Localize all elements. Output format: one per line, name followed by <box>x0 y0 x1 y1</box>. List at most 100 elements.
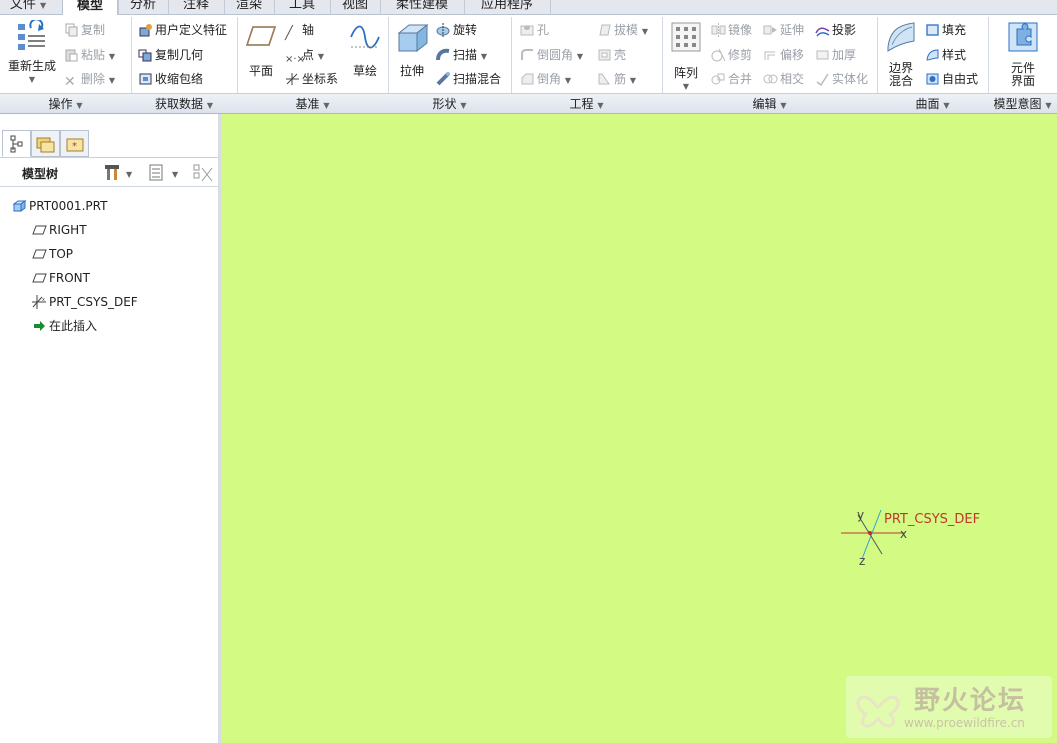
model-tree-tab-icon <box>10 135 23 153</box>
tree-item-insert-here[interactable]: 在此插入 <box>32 318 97 334</box>
paste-icon <box>65 49 78 62</box>
axis-button[interactable]: ╱ 轴 <box>285 22 314 41</box>
csys-button[interactable]: 坐标系 <box>285 71 338 87</box>
mirror-button[interactable]: 镜像 <box>711 22 752 38</box>
delete-label: 删除 <box>81 72 106 86</box>
hole-label: 孔 <box>537 23 550 37</box>
svg-text:x: x <box>42 297 45 303</box>
merge-button[interactable]: 合并 <box>711 71 752 87</box>
fill-icon <box>926 24 939 36</box>
plane-button[interactable]: 平面 <box>243 21 279 78</box>
graphics-window[interactable]: PRT_CSYS_DEF y x z <box>221 114 1057 743</box>
intersect-button[interactable]: 相交 <box>763 71 804 87</box>
group-shapes[interactable]: 形状 ▼ <box>388 94 511 114</box>
tree-item-right[interactable]: RIGHT <box>32 222 87 238</box>
group-operations[interactable]: 操作 ▼ <box>0 94 131 114</box>
swept-blend-button[interactable]: 扫描混合 <box>436 71 501 87</box>
fill-button[interactable]: 填充 <box>925 22 966 38</box>
shrinkwrap-button[interactable]: 收缩包络 <box>138 71 203 87</box>
model-tree-tab[interactable] <box>2 130 31 157</box>
component-interface-button[interactable]: 元件界面 <box>1004 21 1042 88</box>
rib-button[interactable]: 筋 ▼ <box>597 71 636 89</box>
project-button[interactable]: 投影 <box>815 22 856 38</box>
folder-browser-tab[interactable] <box>31 130 60 157</box>
navigator-tabs: * <box>0 130 218 158</box>
rib-label: 筋 <box>614 72 627 86</box>
tree-item-top[interactable]: TOP <box>32 246 73 262</box>
udf-button[interactable]: 用户定义特征 <box>138 22 227 38</box>
chamfer-button[interactable]: 倒角 ▼ <box>520 71 571 89</box>
tab-render[interactable]: 渲染 <box>226 0 272 15</box>
freestyle-button[interactable]: 自由式 <box>925 71 978 87</box>
tree-filter-button[interactable] <box>192 163 214 186</box>
watermark-url: www.proewildfire.cn <box>904 716 1025 730</box>
freestyle-label: 自由式 <box>942 72 979 86</box>
boundary-blend-label: 边界混合 <box>888 61 913 88</box>
hole-button[interactable]: 孔 <box>520 22 549 38</box>
tree-item-front-label: FRONT <box>49 271 90 285</box>
shell-icon <box>598 49 611 61</box>
style-label: 样式 <box>942 48 967 62</box>
thicken-button[interactable]: 加厚 <box>815 47 856 63</box>
trim-button[interactable]: 修剪 <box>711 47 752 63</box>
tab-flexible-modeling[interactable]: 柔性建模 <box>382 0 462 15</box>
offset-label: 偏移 <box>780 48 805 62</box>
group-get-data[interactable]: 获取数据 ▼ <box>131 94 237 114</box>
copy-button[interactable]: 复制 <box>64 22 105 38</box>
extrude-button[interactable]: 拉伸 <box>394 21 430 78</box>
tab-annotate[interactable]: 注释 <box>170 0 222 15</box>
round-label: 倒圆角 <box>537 48 574 62</box>
group-datum[interactable]: 基准 ▼ <box>237 94 388 114</box>
x-axis-label: x <box>900 527 908 541</box>
group-engineering[interactable]: 工程 ▼ <box>511 94 662 114</box>
copy-icon <box>65 23 78 37</box>
group-model-intent[interactable]: 模型意图 ▼ <box>988 94 1057 114</box>
thicken-label: 加厚 <box>832 48 857 62</box>
copy-geometry-button[interactable]: 复制几何 <box>138 47 203 63</box>
settings-tools-icon: ▼ <box>105 165 133 180</box>
delete-button[interactable]: ✕ 删除 ▼ <box>64 71 115 89</box>
tree-item-csys[interactable]: x PRT_CSYS_DEF <box>32 294 138 310</box>
tree-item-front[interactable]: FRONT <box>32 270 90 286</box>
tab-applications[interactable]: 应用程序 <box>466 0 548 15</box>
sweep-button[interactable]: 扫描 ▼ <box>436 47 487 65</box>
filter-icon <box>193 164 213 182</box>
udf-label: 用户定义特征 <box>155 23 228 37</box>
paste-button[interactable]: 粘贴 ▼ <box>64 47 115 65</box>
favorites-tab[interactable]: * <box>60 130 89 157</box>
pattern-button[interactable]: 阵列 ▼ <box>668 21 704 94</box>
regenerate-button[interactable]: 重新生成 ▼ <box>6 18 58 87</box>
tab-analysis[interactable]: 分析 <box>120 0 166 15</box>
draft-button[interactable]: 拔模 ▼ <box>597 22 648 40</box>
shell-button[interactable]: 壳 <box>597 47 626 63</box>
tree-item-part[interactable]: PRT0001.PRT <box>12 198 107 214</box>
watermark-title: 野火论坛 <box>914 686 1027 716</box>
style-button[interactable]: 样式 <box>925 47 966 63</box>
csys-label: 坐标系 <box>302 72 339 86</box>
revolve-button[interactable]: 旋转 <box>436 22 477 38</box>
tab-view[interactable]: 视图 <box>332 0 378 15</box>
tab-file[interactable]: 文件 ▼ <box>0 0 56 15</box>
sweep-label: 扫描 <box>453 48 478 62</box>
tree-settings-button[interactable]: ▼ <box>104 163 134 186</box>
solidify-button[interactable]: 实体化 <box>815 71 868 87</box>
copy-label: 复制 <box>81 23 106 37</box>
round-button[interactable]: 倒圆角 ▼ <box>520 47 583 65</box>
tree-item-top-label: TOP <box>49 247 74 261</box>
sketch-button[interactable]: 草绘 <box>348 21 382 78</box>
group-surfaces[interactable]: 曲面 ▼ <box>877 94 988 114</box>
tree-show-button[interactable]: ▼ <box>148 163 182 186</box>
group-editing[interactable]: 编辑 ▼ <box>662 94 877 114</box>
extend-button[interactable]: 延伸 <box>763 22 804 38</box>
tree-item-part-label: PRT0001.PRT <box>29 199 108 213</box>
point-button[interactable]: ×·×点 ▼ <box>285 47 324 67</box>
chamfer-icon <box>521 73 534 85</box>
tab-tools[interactable]: 工具 <box>276 0 328 15</box>
z-axis-label: z <box>859 554 866 568</box>
boundary-blend-button[interactable]: 边界混合 <box>883 21 919 88</box>
offset-button[interactable]: 偏移 <box>763 47 804 63</box>
folder-browser-icon <box>36 137 55 153</box>
ribbon-group-labels: 操作 ▼ 获取数据 ▼ 基准 ▼ 形状 ▼ 工程 ▼ 编辑 ▼ 曲面 ▼ 模型意… <box>0 93 1057 114</box>
tab-model[interactable]: 模型 <box>62 0 118 16</box>
extrude-icon <box>397 23 429 53</box>
